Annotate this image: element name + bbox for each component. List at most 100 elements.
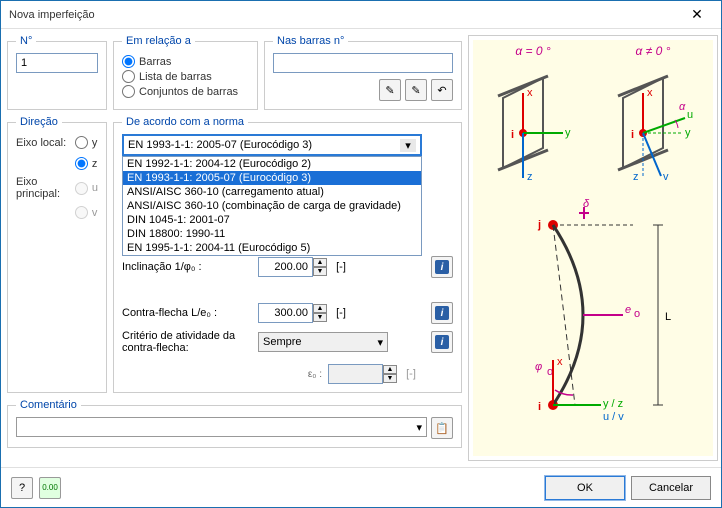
radio-u-label: u <box>92 182 98 194</box>
criterio-info-button[interactable]: i <box>431 331 453 353</box>
svg-text:x: x <box>647 87 653 99</box>
dialog-body: N° Em relação a Barras Lista de barras C… <box>1 29 721 467</box>
diagram-deflection: j i δ eo φo x y / z u / v <box>473 195 713 435</box>
inclinacao-spinner[interactable]: ▲▼ <box>258 257 327 277</box>
chevron-down-icon[interactable]: ▾ <box>416 421 422 434</box>
spin-down-icon[interactable]: ▼ <box>313 313 327 322</box>
inclinacao-input[interactable] <box>258 257 313 277</box>
radio-lista[interactable] <box>122 70 135 83</box>
svg-text:e: e <box>625 304 631 316</box>
contra-flecha-spinner[interactable]: ▲▼ <box>258 303 327 323</box>
group-bars: Nas barras n° ✎ ✎ ↶ <box>264 35 462 110</box>
norma-combo[interactable]: EN 1993-1-1: 2005-07 (Eurocódigo 3) ▾ EN… <box>122 134 422 156</box>
group-norma: De acordo com a norma EN 1993-1-1: 2005-… <box>113 116 462 393</box>
svg-text:i: i <box>631 129 634 141</box>
group-direction: Direção Eixo local: y z Eixo principal: … <box>7 116 107 393</box>
svg-text:u / v: u / v <box>603 411 624 423</box>
cancel-button[interactable]: Cancelar <box>631 476 711 500</box>
radio-conjuntos-label: Conjuntos de barras <box>139 86 238 98</box>
eps-spinner: ▲▼ <box>328 364 397 384</box>
ok-button[interactable]: OK <box>545 476 625 500</box>
alpha-eq-label: α = 0 ° <box>515 44 550 58</box>
norma-option-3[interactable]: ANSI/AISC 360-10 (combinação de carga de… <box>123 199 421 213</box>
eps-label: ε₀ : <box>122 369 322 380</box>
group-number-legend: N° <box>16 35 36 47</box>
comentario-pick-button[interactable]: 📋 <box>431 417 453 439</box>
svg-text:y: y <box>565 127 571 139</box>
diagram-alpha-zero: α = 0 ° x y z i <box>473 40 593 195</box>
norma-option-5[interactable]: DIN 18800: 1990-11 <box>123 227 421 241</box>
contra-flecha-label: Contra-flecha L/e₀ : <box>122 307 252 319</box>
close-icon[interactable]: ✕ <box>681 5 713 25</box>
eixo-principal-label: Eixo principal: <box>16 176 71 200</box>
help-button[interactable]: ? <box>11 477 33 499</box>
comentario-combo[interactable]: ▾ <box>16 417 427 437</box>
radio-z[interactable] <box>75 157 88 170</box>
radio-u <box>75 182 88 195</box>
svg-text:v: v <box>663 171 669 183</box>
calc-button[interactable]: 0.00 <box>39 477 61 499</box>
svg-text:L: L <box>665 311 671 323</box>
eps-unit: [-] <box>403 368 419 380</box>
info-icon: i <box>435 260 449 274</box>
info-icon: i <box>435 335 449 349</box>
svg-text:i: i <box>511 129 514 141</box>
contra-flecha-unit: [-] <box>333 307 349 319</box>
norma-option-4[interactable]: DIN 1045-1: 2001-07 <box>123 213 421 227</box>
alpha-neq-label: α ≠ 0 ° <box>636 44 671 58</box>
diagram-pane: α = 0 ° x y z i <box>468 35 718 461</box>
diagram-alpha-nonzero: α ≠ 0 ° x u y v z α <box>593 40 713 195</box>
group-comentario-legend: Comentário <box>16 399 81 411</box>
criterio-combo[interactable]: Sempre ▾ <box>258 332 388 352</box>
norma-option-2[interactable]: ANSI/AISC 360-10 (carregamento atual) <box>123 185 421 199</box>
spin-up-icon: ▲ <box>383 365 397 374</box>
eixo-local-label: Eixo local: <box>16 137 71 149</box>
svg-text:y: y <box>685 127 691 139</box>
radio-y[interactable] <box>75 136 88 149</box>
criterio-value: Sempre <box>263 336 377 348</box>
contra-flecha-input[interactable] <box>258 303 313 323</box>
group-comentario: Comentário ▾ 📋 <box>7 399 462 448</box>
radio-z-label: z <box>92 158 98 170</box>
svg-text:u: u <box>687 109 693 121</box>
group-relation-legend: Em relação a <box>122 35 195 47</box>
radio-conjuntos[interactable] <box>122 85 135 98</box>
group-direction-legend: Direção <box>16 116 62 128</box>
norma-dropdown-list: EN 1992-1-1: 2004-12 (Eurocódigo 2) EN 1… <box>122 156 422 256</box>
group-bars-legend: Nas barras n° <box>273 35 348 47</box>
svg-text:x: x <box>527 87 533 99</box>
svg-text:z: z <box>527 171 533 183</box>
svg-text:φ: φ <box>535 361 542 373</box>
spin-down-icon[interactable]: ▼ <box>313 267 327 276</box>
spin-up-icon[interactable]: ▲ <box>313 304 327 313</box>
number-input[interactable] <box>16 53 98 73</box>
pick-bars-button[interactable]: ✎ <box>379 79 401 101</box>
spin-up-icon[interactable]: ▲ <box>313 258 327 267</box>
norma-option-6[interactable]: EN 1995-1-1: 2004-11 (Eurocódigo 5) <box>123 241 421 255</box>
radio-v <box>75 206 88 219</box>
pick-bars-alt-button[interactable]: ✎ <box>405 79 427 101</box>
left-pane: N° Em relação a Barras Lista de barras C… <box>7 35 462 461</box>
svg-text:z: z <box>633 171 639 183</box>
inclinacao-label: Inclinação 1/φ₀ : <box>122 261 252 273</box>
norma-option-1[interactable]: EN 1993-1-1: 2005-07 (Eurocódigo 3) <box>123 171 421 185</box>
norma-selected: EN 1993-1-1: 2005-07 (Eurocódigo 3) <box>128 139 400 151</box>
criterio-label: Critério de atividade da contra-flecha: <box>122 330 252 354</box>
window-title: Nova imperfeição <box>9 9 681 21</box>
chevron-down-icon[interactable]: ▾ <box>377 336 383 349</box>
radio-y-label: y <box>92 137 98 149</box>
eps-input <box>328 364 383 384</box>
contra-flecha-info-button[interactable]: i <box>431 302 453 324</box>
inclinacao-info-button[interactable]: i <box>431 256 453 278</box>
radio-barras[interactable] <box>122 55 135 68</box>
norma-option-0[interactable]: EN 1992-1-1: 2004-12 (Eurocódigo 2) <box>123 157 421 171</box>
svg-text:j: j <box>537 219 541 231</box>
undo-bars-button[interactable]: ↶ <box>431 79 453 101</box>
titlebar: Nova imperfeição ✕ <box>1 1 721 29</box>
dialog-footer: ? 0.00 OK Cancelar <box>1 467 721 507</box>
svg-text:x: x <box>557 356 563 368</box>
svg-text:i: i <box>538 401 541 413</box>
bars-input[interactable] <box>273 53 453 73</box>
inclinacao-unit: [-] <box>333 261 349 273</box>
chevron-down-icon[interactable]: ▾ <box>400 139 416 152</box>
